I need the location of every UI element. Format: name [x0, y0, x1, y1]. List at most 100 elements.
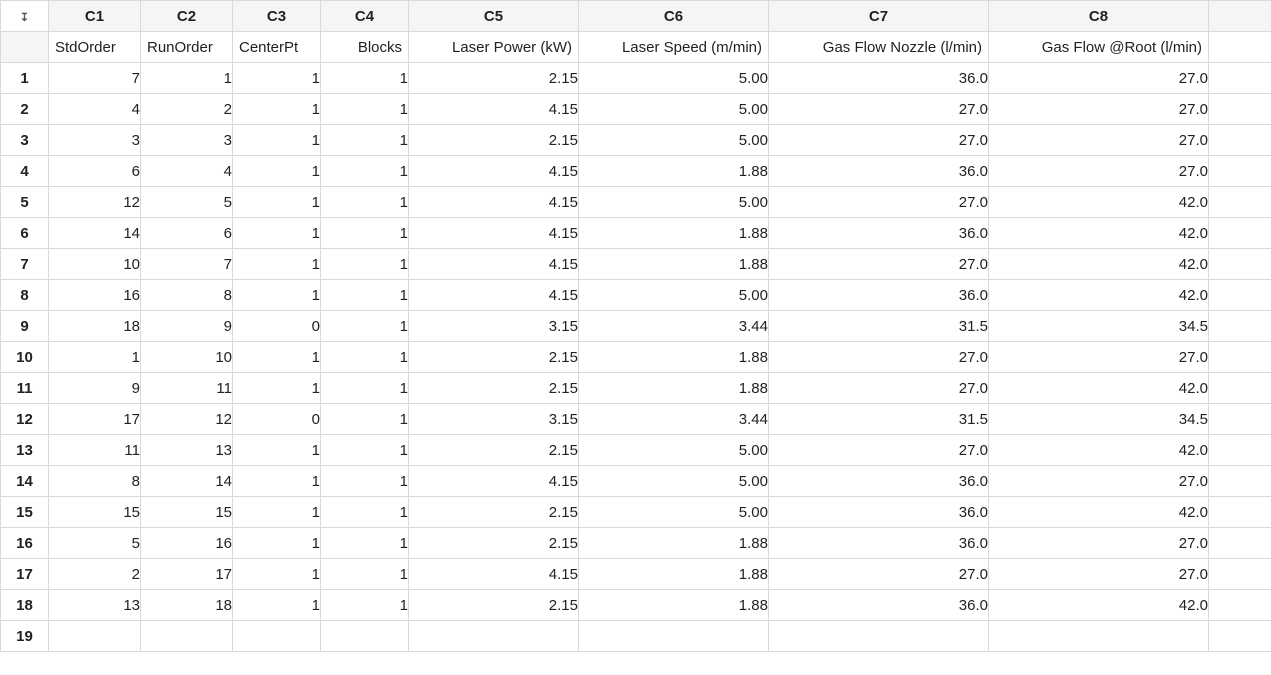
cell-r14-c4[interactable]: 1 [321, 466, 409, 497]
cell-r1-c3[interactable]: 1 [233, 63, 321, 94]
cell-r7-c7[interactable]: 27.0 [769, 249, 989, 280]
cell-r9-c4[interactable]: 1 [321, 311, 409, 342]
row-header-9[interactable]: 9 [1, 311, 49, 342]
cell-r17-c7[interactable]: 27.0 [769, 559, 989, 590]
row-header-18[interactable]: 18 [1, 590, 49, 621]
column-header-c1[interactable]: C1 [49, 1, 141, 32]
cell-r7-c1[interactable]: 10 [49, 249, 141, 280]
cell-r12-c6[interactable]: 3.44 [579, 404, 769, 435]
cell-r11-c7[interactable]: 27.0 [769, 373, 989, 404]
cell-r17-c3[interactable]: 1 [233, 559, 321, 590]
cell-r15-c7[interactable]: 36.0 [769, 497, 989, 528]
cell-r12-c1[interactable]: 17 [49, 404, 141, 435]
cell-r2-c1[interactable]: 4 [49, 94, 141, 125]
column-header-c7[interactable]: C7 [769, 1, 989, 32]
cell-r4-c8[interactable]: 27.0 [989, 156, 1209, 187]
cell-r14-c1[interactable]: 8 [49, 466, 141, 497]
cell-r3-c4[interactable]: 1 [321, 125, 409, 156]
row-header-11[interactable]: 11 [1, 373, 49, 404]
cell-r5-c6[interactable]: 5.00 [579, 187, 769, 218]
cell-r5-c5[interactable]: 4.15 [409, 187, 579, 218]
cell-empty[interactable] [1209, 218, 1271, 249]
cell-r5-c3[interactable]: 1 [233, 187, 321, 218]
cell-r8-c2[interactable]: 8 [141, 280, 233, 311]
cell-r4-c1[interactable]: 6 [49, 156, 141, 187]
cell-r13-c3[interactable]: 1 [233, 435, 321, 466]
cell-r9-c3[interactable]: 0 [233, 311, 321, 342]
cell-r16-c7[interactable]: 36.0 [769, 528, 989, 559]
column-header-c6[interactable]: C6 [579, 1, 769, 32]
cell-r8-c4[interactable]: 1 [321, 280, 409, 311]
cell-r10-c3[interactable]: 1 [233, 342, 321, 373]
cell-r16-c2[interactable]: 16 [141, 528, 233, 559]
cell-r12-c5[interactable]: 3.15 [409, 404, 579, 435]
cell-r10-c7[interactable]: 27.0 [769, 342, 989, 373]
cell-r4-c2[interactable]: 4 [141, 156, 233, 187]
cell-empty[interactable] [1209, 342, 1271, 373]
cell-r15-c1[interactable]: 15 [49, 497, 141, 528]
cell-r3-c7[interactable]: 27.0 [769, 125, 989, 156]
column-name-centerpt[interactable]: CenterPt [233, 32, 321, 63]
cell-r6-c6[interactable]: 1.88 [579, 218, 769, 249]
cell-r17-c6[interactable]: 1.88 [579, 559, 769, 590]
cell-r16-c1[interactable]: 5 [49, 528, 141, 559]
cell-r13-c4[interactable]: 1 [321, 435, 409, 466]
row-header-13[interactable]: 13 [1, 435, 49, 466]
cell-empty[interactable] [989, 621, 1209, 652]
cell-empty[interactable] [49, 621, 141, 652]
cell-empty[interactable] [1209, 94, 1271, 125]
column-header-c3[interactable]: C3 [233, 1, 321, 32]
cell-r11-c6[interactable]: 1.88 [579, 373, 769, 404]
cell-r12-c8[interactable]: 34.5 [989, 404, 1209, 435]
select-all-corner[interactable]: ↧ [1, 1, 49, 32]
cell-r11-c3[interactable]: 1 [233, 373, 321, 404]
cell-r12-c4[interactable]: 1 [321, 404, 409, 435]
row-header-1[interactable]: 1 [1, 63, 49, 94]
cell-r4-c3[interactable]: 1 [233, 156, 321, 187]
cell-r7-c6[interactable]: 1.88 [579, 249, 769, 280]
cell-empty[interactable] [321, 621, 409, 652]
cell-r17-c5[interactable]: 4.15 [409, 559, 579, 590]
column-header-c5[interactable]: C5 [409, 1, 579, 32]
cell-r5-c1[interactable]: 12 [49, 187, 141, 218]
cell-r10-c8[interactable]: 27.0 [989, 342, 1209, 373]
row-header-15[interactable]: 15 [1, 497, 49, 528]
cell-r8-c3[interactable]: 1 [233, 280, 321, 311]
cell-r3-c8[interactable]: 27.0 [989, 125, 1209, 156]
row-header-10[interactable]: 10 [1, 342, 49, 373]
cell-r3-c3[interactable]: 1 [233, 125, 321, 156]
column-name-blocks[interactable]: Blocks [321, 32, 409, 63]
cell-r18-c8[interactable]: 42.0 [989, 590, 1209, 621]
cell-empty[interactable] [1209, 435, 1271, 466]
row-header-5[interactable]: 5 [1, 187, 49, 218]
cell-empty[interactable] [1209, 187, 1271, 218]
cell-r6-c7[interactable]: 36.0 [769, 218, 989, 249]
cell-r10-c5[interactable]: 2.15 [409, 342, 579, 373]
cell-r7-c5[interactable]: 4.15 [409, 249, 579, 280]
cell-r1-c4[interactable]: 1 [321, 63, 409, 94]
cell-r3-c6[interactable]: 5.00 [579, 125, 769, 156]
cell-r16-c5[interactable]: 2.15 [409, 528, 579, 559]
cell-r4-c6[interactable]: 1.88 [579, 156, 769, 187]
cell-r15-c3[interactable]: 1 [233, 497, 321, 528]
cell-r14-c6[interactable]: 5.00 [579, 466, 769, 497]
cell-empty[interactable] [141, 621, 233, 652]
cell-empty[interactable] [1209, 404, 1271, 435]
column-name-empty[interactable] [1209, 32, 1271, 63]
cell-r18-c2[interactable]: 18 [141, 590, 233, 621]
cell-r16-c3[interactable]: 1 [233, 528, 321, 559]
cell-r1-c8[interactable]: 27.0 [989, 63, 1209, 94]
cell-r2-c2[interactable]: 2 [141, 94, 233, 125]
cell-empty[interactable] [769, 621, 989, 652]
cell-r8-c5[interactable]: 4.15 [409, 280, 579, 311]
cell-r9-c8[interactable]: 34.5 [989, 311, 1209, 342]
cell-empty[interactable] [1209, 528, 1271, 559]
cell-r5-c2[interactable]: 5 [141, 187, 233, 218]
column-name-stdorder[interactable]: StdOrder [49, 32, 141, 63]
cell-empty[interactable] [233, 621, 321, 652]
cell-empty[interactable] [1209, 590, 1271, 621]
cell-empty[interactable] [1209, 280, 1271, 311]
cell-r11-c1[interactable]: 9 [49, 373, 141, 404]
column-header-c8[interactable]: C8 [989, 1, 1209, 32]
cell-r13-c8[interactable]: 42.0 [989, 435, 1209, 466]
